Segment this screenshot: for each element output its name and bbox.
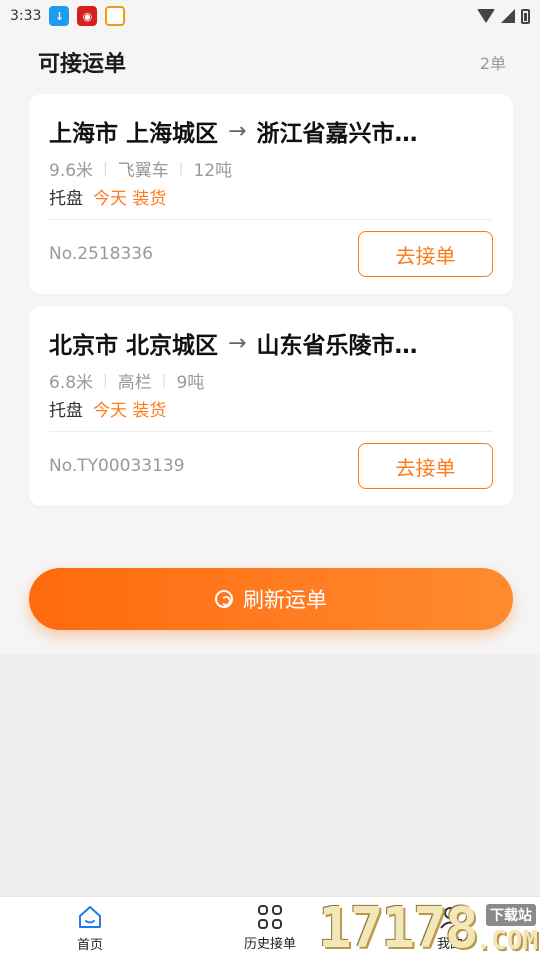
signal-icon (501, 9, 515, 23)
refresh-icon (215, 590, 233, 608)
order-number: No.2518336 (49, 244, 153, 264)
tab-label: 历史接单 (243, 937, 296, 952)
refresh-label: 刷新运单 (243, 588, 327, 612)
order-card[interactable]: 北京市 北京城区 → 山东省乐陵市… 6.8米 | 高栏 | 9吨 托盘 今天 … (29, 306, 513, 506)
vehicle-length: 6.8米 (49, 373, 94, 393)
vehicle-specs: 9.6米 | 飞翼车 | 12吨 (49, 156, 233, 182)
separator: | (161, 372, 167, 389)
arrow-right-icon: → (228, 330, 247, 356)
separator: | (103, 372, 108, 389)
load-info: 托盘 今天 装货 (49, 396, 166, 421)
cargo-weight: 12吨 (193, 161, 233, 181)
vehicle-specs: 6.8米 | 高栏 | 9吨 (49, 368, 205, 394)
load-time: 今天 装货 (93, 401, 167, 421)
origin: 上海市 上海城区 (49, 121, 219, 147)
tab-mine[interactable]: 我的 (360, 897, 540, 960)
arrow-right-icon: → (228, 118, 247, 144)
status-indicators (477, 8, 530, 24)
home-icon (79, 906, 101, 928)
separator: | (103, 160, 108, 177)
divider (49, 431, 493, 432)
vehicle-type: 飞翼车 (117, 161, 169, 181)
tab-history[interactable]: 历史接单 (180, 897, 360, 960)
status-bar: 3:33 ↓ ◉ (0, 0, 540, 32)
accept-order-button[interactable]: 去接单 (358, 443, 493, 489)
app-notification-icon: ◉ (77, 6, 98, 26)
route: 北京市 北京城区 → 山东省乐陵市… (49, 326, 493, 360)
cargo-type: 托盘 (49, 401, 83, 421)
refresh-orders-button[interactable]: 刷新运单 (29, 568, 513, 630)
origin: 北京市 北京城区 (49, 333, 219, 359)
app-notification-icon-2 (105, 6, 126, 26)
divider (49, 219, 493, 220)
tab-label: 我的 (436, 937, 463, 952)
vehicle-length: 9.6米 (49, 161, 94, 181)
empty-area (0, 654, 540, 896)
tab-home[interactable]: 首页 (0, 897, 180, 960)
cargo-weight: 9吨 (176, 373, 205, 393)
person-icon (440, 907, 460, 929)
status-time: 3:33 (10, 8, 42, 24)
load-time: 今天 装货 (93, 189, 167, 209)
destination: 山东省乐陵市… (256, 333, 418, 359)
vehicle-type: 高栏 (117, 373, 152, 393)
bottom-tab-bar: 首页 历史接单 我的 (0, 896, 540, 960)
order-count: 2单 (479, 54, 506, 73)
order-number: No.TY00033139 (49, 456, 185, 476)
cargo-type: 托盘 (49, 189, 83, 209)
accept-order-button[interactable]: 去接单 (358, 231, 493, 277)
tab-label: 首页 (76, 938, 103, 953)
grid-icon (258, 905, 282, 929)
download-notification-icon: ↓ (49, 6, 70, 26)
load-info: 托盘 今天 装货 (49, 184, 166, 209)
wifi-icon (477, 9, 495, 23)
route: 上海市 上海城区 → 浙江省嘉兴市… (49, 114, 493, 148)
destination: 浙江省嘉兴市… (256, 121, 418, 147)
separator: | (178, 160, 184, 177)
page-title: 可接运单 (38, 52, 127, 77)
order-card[interactable]: 上海市 上海城区 → 浙江省嘉兴市… 9.6米 | 飞翼车 | 12吨 托盘 今… (29, 94, 513, 294)
battery-icon (521, 8, 530, 24)
